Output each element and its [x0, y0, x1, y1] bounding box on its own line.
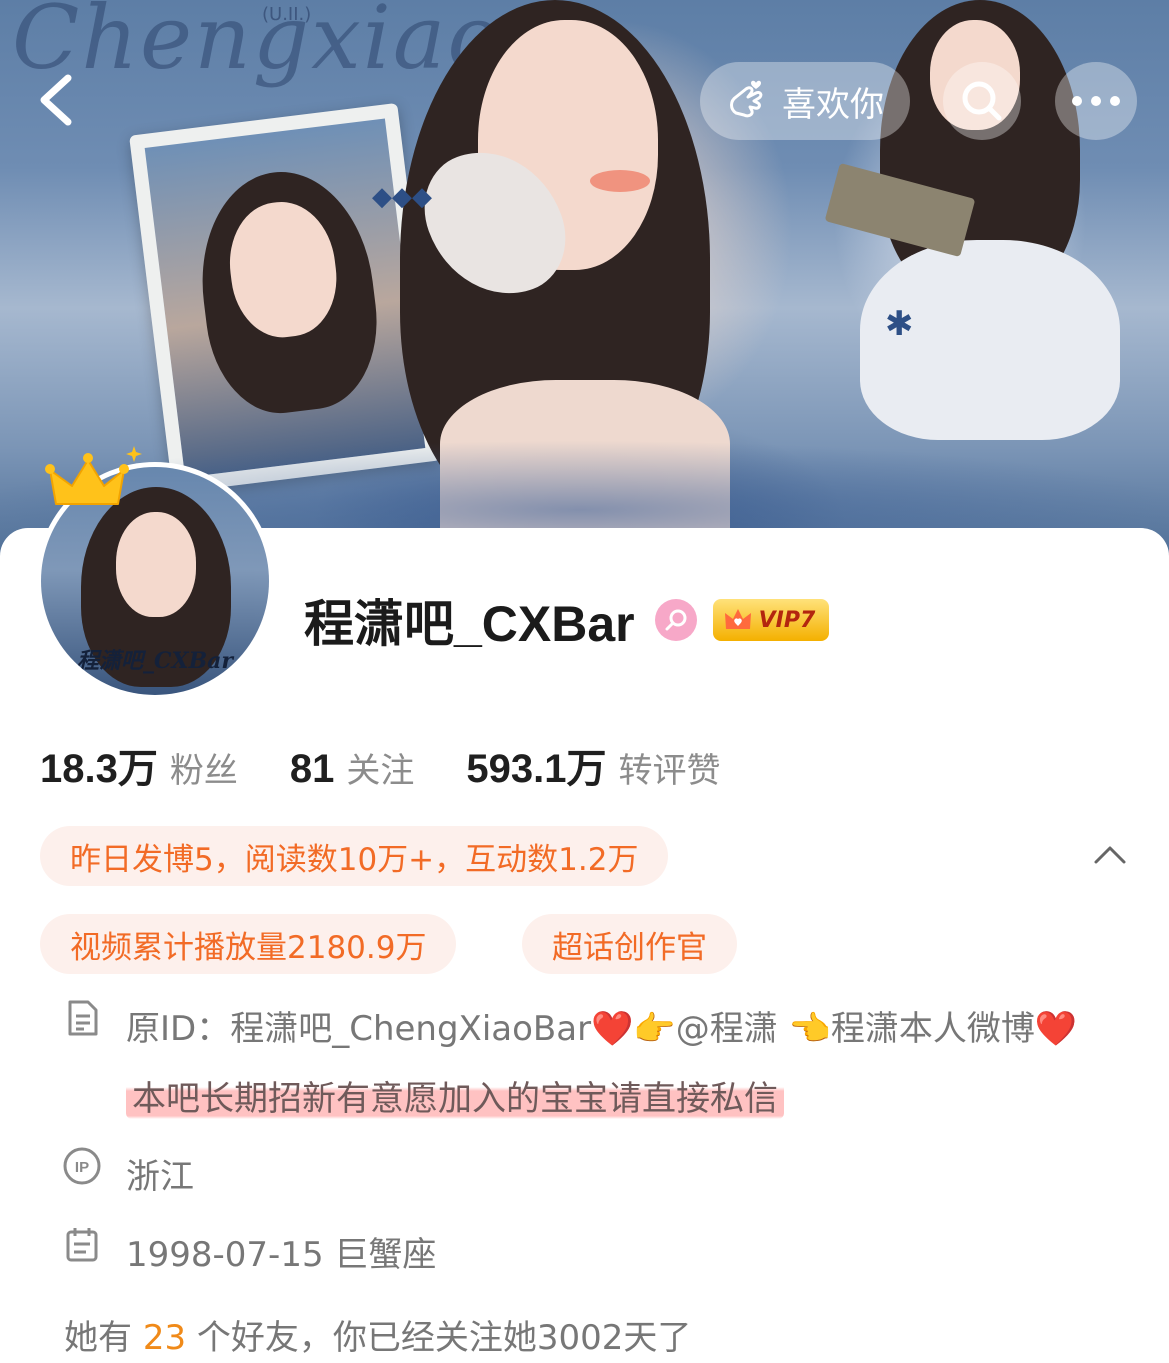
stat-label: 关注 — [346, 751, 415, 791]
birthday-row: 1998-07-15 巨蟹座 — [62, 1220, 436, 1290]
video-views-chip[interactable]: 视频累计播放量2180.9万 — [40, 914, 457, 974]
bio-mention: 👉@程潇 👈程潇本人微博 — [633, 1009, 1035, 1049]
like-you-label: 喜欢你 — [782, 84, 884, 125]
stat-following[interactable]: 81 关注 — [290, 743, 415, 792]
username: 程潇吧_CXBar — [304, 596, 635, 652]
bio-id: 原ID：程潇吧_ChengXiaoBar — [126, 1009, 592, 1049]
star-icon: ✱ — [885, 304, 914, 344]
back-button[interactable] — [30, 70, 90, 130]
svg-text:IP: IP — [75, 1159, 89, 1176]
stat-value: 81 — [289, 747, 335, 791]
location-row: IP 浙江 — [62, 1142, 194, 1212]
vip-badge[interactable]: VIP7 — [712, 599, 830, 641]
stat-interactions[interactable]: 593.1万 转评赞 — [466, 736, 720, 794]
heart-icon: ❤️ — [591, 1009, 634, 1049]
supertopic-creator-chip[interactable]: 超话创作官 — [522, 914, 737, 974]
stat-label: 转评赞 — [618, 751, 721, 791]
birthday-text: 1998-07-15 巨蟹座 — [126, 1235, 437, 1275]
vip-label: VIP7 — [758, 607, 816, 633]
finger-heart-icon — [730, 80, 763, 118]
search-icon — [962, 81, 1002, 121]
document-icon — [68, 1000, 98, 1036]
friends-summary[interactable]: 她有 23 个好友，你已经关注她3002天了 — [64, 1310, 691, 1359]
more-dots-icon — [1072, 96, 1120, 106]
stat-value: 593.1万 — [466, 747, 607, 791]
bio-text: 原ID：程潇吧_ChengXiaoBar❤️👉@程潇 👈程潇本人微博❤️本吧长期… — [126, 994, 1086, 1134]
stat-label: 粉丝 — [169, 751, 238, 791]
crown-icon — [45, 446, 142, 505]
cover-framed-photo — [129, 102, 441, 494]
location-text: 浙江 — [126, 1157, 194, 1197]
stat-followers[interactable]: 18.3万 粉丝 — [40, 736, 238, 794]
calendar-icon — [66, 1228, 98, 1262]
friends-prefix: 她有 — [64, 1318, 132, 1358]
search-button[interactable] — [943, 62, 1021, 140]
crown-heart-icon — [724, 609, 751, 629]
female-icon — [654, 599, 697, 641]
sparkle-icon: ◆◆◆ — [372, 182, 432, 212]
chevron-up-icon[interactable] — [1090, 836, 1130, 876]
stats-row: 18.3万 粉丝 81 关注 593.1万 转评赞 — [40, 736, 772, 794]
ip-icon: IP — [63, 1147, 101, 1185]
cover-tag-text: (U.II.) — [262, 4, 312, 25]
bio-row: 原ID：程潇吧_ChengXiaoBar❤️👉@程潇 👈程潇本人微博❤️本吧长期… — [62, 994, 1086, 1134]
friends-suffix: 个好友，你已经关注她3002天了 — [196, 1318, 692, 1358]
more-button[interactable] — [1055, 62, 1137, 140]
avatar-text: 程潇吧_CXBar — [76, 648, 234, 674]
chevron-left-icon — [40, 74, 72, 126]
like-you-button[interactable]: 喜欢你 — [700, 62, 910, 140]
heart-icon: ❤️ — [1034, 1009, 1078, 1049]
stat-value: 18.3万 — [40, 747, 158, 791]
bio-recruit-highlight: 本吧长期招新有意愿加入的宝宝请直接私信 — [126, 1079, 784, 1119]
name-row: 程潇吧_CXBar VIP7 — [304, 584, 830, 656]
yesterday-stats-chip[interactable]: 昨日发博5，阅读数10万+，互动数1.2万 — [40, 826, 669, 886]
friends-count: 23 — [142, 1318, 187, 1358]
